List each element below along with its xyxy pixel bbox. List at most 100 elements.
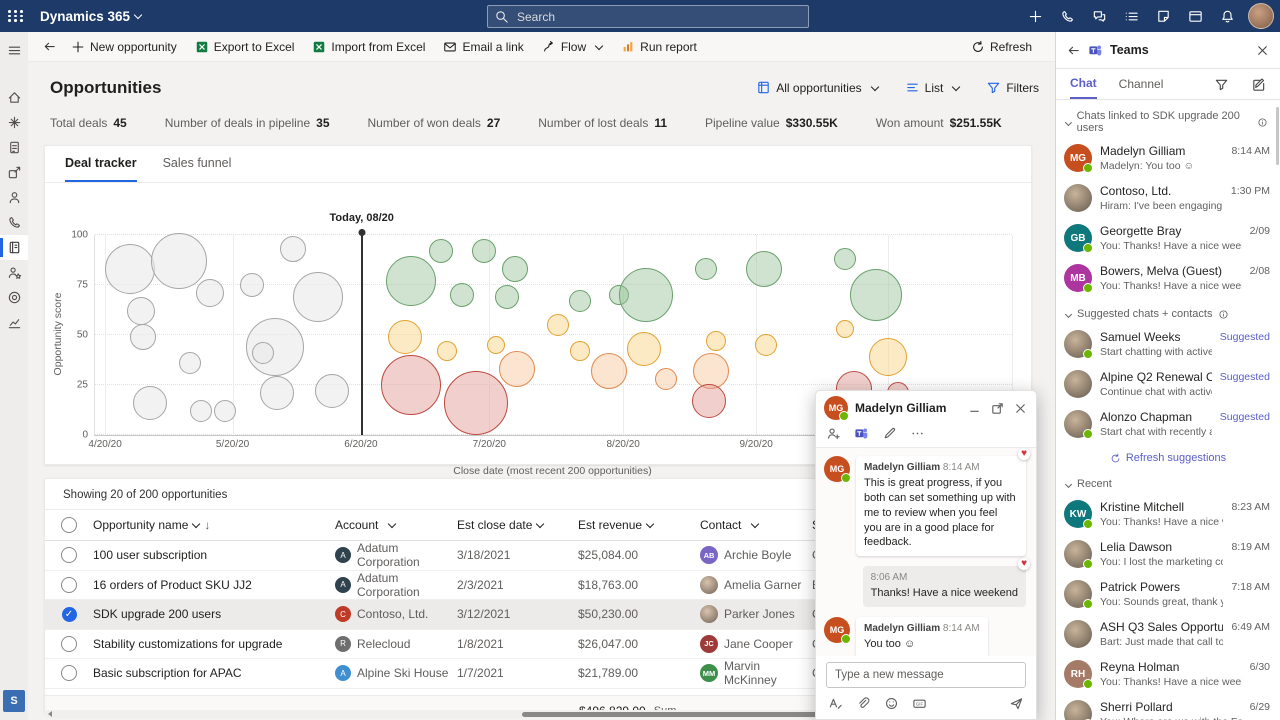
task-list-icon[interactable] xyxy=(1120,5,1142,27)
app-launcher-icon[interactable] xyxy=(0,0,32,32)
bubble-closed[interactable] xyxy=(127,297,155,325)
bubble-closed[interactable] xyxy=(260,376,294,410)
bubble-grade-a-80-100-[interactable] xyxy=(746,251,782,287)
bubble-closed[interactable] xyxy=(105,244,155,294)
teams-scrollbar-thumb[interactable] xyxy=(1276,107,1280,165)
send-icon[interactable] xyxy=(1009,696,1024,711)
sidebar-item-journal[interactable] xyxy=(0,235,28,260)
bubble-grade-b-50-80-[interactable] xyxy=(388,320,422,354)
popout-icon[interactable] xyxy=(989,401,1005,416)
bubble-closed[interactable] xyxy=(315,374,349,408)
account-name[interactable]: Alpine Ski House xyxy=(357,666,448,680)
bubble-grade-d-20-0-[interactable] xyxy=(381,355,441,415)
chat-list-item[interactable]: Samuel WeeksStart chatting with active m… xyxy=(1056,324,1280,364)
opportunity-name[interactable]: 16 orders of Product SKU JJ2 xyxy=(93,578,335,592)
account-name[interactable]: Adatum Corporation xyxy=(357,541,457,569)
chat-list-item[interactable]: ASH Q3 Sales OpportunityBart: Just made … xyxy=(1056,614,1280,654)
opportunity-name[interactable]: Stability customizations for upgrade xyxy=(93,637,335,651)
bubble-grade-b-50-80-[interactable] xyxy=(836,320,854,338)
close-icon[interactable] xyxy=(1012,401,1028,416)
bubble-grade-c-30-50-[interactable] xyxy=(655,368,677,390)
chat-list-item[interactable]: MGMadelyn GilliamMadelyn: You too ☺8:14 … xyxy=(1056,138,1280,178)
more-icon[interactable] xyxy=(910,426,925,441)
column-opportunity-name[interactable]: Opportunity name↓ xyxy=(93,518,335,532)
add-icon[interactable] xyxy=(1024,5,1046,27)
bubble-grade-b-50-80-[interactable] xyxy=(627,332,661,366)
attach-icon[interactable] xyxy=(856,696,871,711)
edit-icon[interactable] xyxy=(882,426,897,441)
bubble-grade-d-20-0-[interactable] xyxy=(692,384,726,418)
chat-list-item[interactable]: Contoso, Ltd.Hiram: I've been engaging w… xyxy=(1056,178,1280,218)
account-name[interactable]: Relecloud xyxy=(357,637,410,651)
contact-name[interactable]: Archie Boyle xyxy=(724,548,791,562)
add-people-icon[interactable] xyxy=(826,426,841,441)
section-header[interactable]: Chats linked to SDK upgrade 200 users xyxy=(1056,100,1280,138)
bubble-grade-b-50-80-[interactable] xyxy=(437,341,457,361)
bubble-grade-b-50-80-[interactable] xyxy=(570,341,590,361)
back-icon[interactable] xyxy=(1066,43,1081,58)
bubble-grade-a-80-100-[interactable] xyxy=(429,239,453,263)
column-contact[interactable]: Contact xyxy=(700,518,812,532)
compose-icon[interactable] xyxy=(1251,77,1266,92)
row-radio[interactable] xyxy=(61,547,77,563)
section-header[interactable]: Recent xyxy=(1056,468,1280,494)
sidebar-item-tasks[interactable] xyxy=(0,135,28,160)
select-all-radio[interactable] xyxy=(61,517,77,533)
filters-button[interactable]: Filters xyxy=(986,80,1039,95)
sidebar-item-analytics[interactable] xyxy=(0,310,28,335)
chat-list-item[interactable]: Sherri PollardYou: Where are we with the… xyxy=(1056,694,1280,720)
bubble-grade-b-50-80-[interactable] xyxy=(706,331,726,351)
notifications-icon[interactable] xyxy=(1216,5,1238,27)
teams-tab-chat[interactable]: Chat xyxy=(1070,69,1097,99)
bubble-closed[interactable] xyxy=(280,236,306,262)
menu-icon[interactable] xyxy=(0,38,28,63)
close-icon[interactable] xyxy=(1255,43,1270,58)
chat-list-item[interactable]: KWKristine MitchellYou: Thanks! Have a n… xyxy=(1056,494,1280,534)
chat-list-item[interactable]: Lelia DawsonYou: I lost the marketing co… xyxy=(1056,534,1280,574)
bubble-grade-a-80-100-[interactable] xyxy=(386,256,436,306)
contact-name[interactable]: Amelia Garner xyxy=(724,578,801,592)
bubble-closed[interactable] xyxy=(196,279,224,307)
emoji-icon[interactable] xyxy=(884,696,899,711)
account-name[interactable]: Contoso, Ltd. xyxy=(357,607,428,621)
bubble-grade-a-80-100-[interactable] xyxy=(502,256,528,282)
search-input[interactable] xyxy=(515,9,759,25)
bubble-closed[interactable] xyxy=(179,352,201,374)
view-selector[interactable]: All opportunities xyxy=(756,80,878,95)
bubble-closed[interactable] xyxy=(214,400,236,422)
chat-icon[interactable] xyxy=(1088,5,1110,27)
contact-name[interactable]: Jane Cooper xyxy=(724,637,793,651)
bubble-grade-c-30-50-[interactable] xyxy=(591,353,627,389)
opportunity-name[interactable]: 100 user subscription xyxy=(93,548,335,562)
teams-icon[interactable] xyxy=(854,426,869,441)
bubble-closed[interactable] xyxy=(190,400,212,422)
bubble-grade-a-80-100-[interactable] xyxy=(472,239,496,263)
bubble-closed[interactable] xyxy=(130,324,156,350)
chat-list-item[interactable]: GBGeorgette BrayYou: Thanks! Have a nice… xyxy=(1056,218,1280,258)
back-icon[interactable] xyxy=(36,34,62,60)
bubble-grade-b-50-80-[interactable] xyxy=(547,314,569,336)
chat-list-item[interactable]: Alpine Q2 Renewal OpportunityContinue ch… xyxy=(1056,364,1280,404)
sidebar-item-home[interactable] xyxy=(0,85,28,110)
row-selected-check[interactable]: ✓ xyxy=(62,607,77,622)
sidebar-item-contacts[interactable] xyxy=(0,185,28,210)
contact-name[interactable]: Parker Jones xyxy=(724,607,795,621)
email-a-link-button[interactable]: Email a link xyxy=(434,33,532,61)
row-radio[interactable] xyxy=(61,636,77,652)
bubble-grade-a-80-100-[interactable] xyxy=(450,283,474,307)
bubble-grade-c-30-50-[interactable] xyxy=(499,351,535,387)
message-input[interactable] xyxy=(826,662,1026,688)
sidebar-item-goals[interactable] xyxy=(0,285,28,310)
new-opportunity-button[interactable]: New opportunity xyxy=(62,33,186,61)
refresh-suggestions-link[interactable]: Refresh suggestions xyxy=(1056,444,1280,468)
heart-reaction[interactable]: ♥ xyxy=(1018,448,1030,460)
refresh-button[interactable]: Refresh xyxy=(962,32,1041,62)
bubble-grade-a-80-100-[interactable] xyxy=(569,290,591,312)
sidebar-item-people[interactable] xyxy=(0,260,28,285)
scroll-left-arrow[interactable] xyxy=(48,711,52,717)
bubble-grade-b-50-80-[interactable] xyxy=(755,334,777,356)
sidebar-item-sales-accelerator[interactable] xyxy=(0,110,28,135)
account-name[interactable]: Adatum Corporation xyxy=(357,571,457,599)
windows-icon[interactable] xyxy=(1184,5,1206,27)
sidebar-item-calls[interactable] xyxy=(0,210,28,235)
